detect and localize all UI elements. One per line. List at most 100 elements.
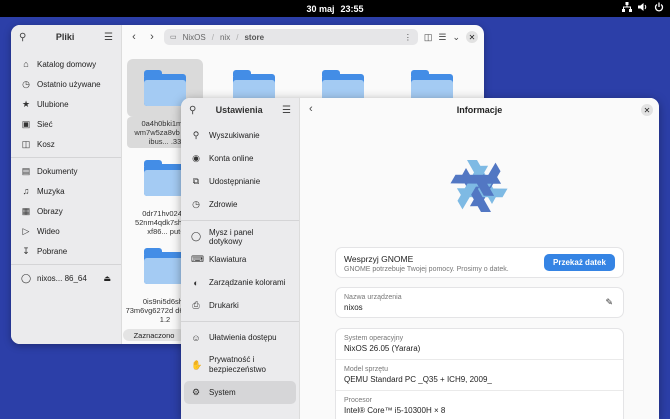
sidebar-item-label: Wideo: [37, 226, 60, 236]
breadcrumb-item[interactable]: NixOS: [183, 33, 206, 42]
sidebar-item-privacy[interactable]: ✋ Prywatność i bezpieczeństwo: [184, 349, 296, 381]
sidebar-item-recent[interactable]: ◷ Ostatnio używane: [11, 74, 121, 94]
os-label: System operacyjny: [344, 335, 404, 342]
close-icon[interactable]: ✕: [466, 31, 478, 43]
sidebar-item-label: Zdrowie: [209, 200, 238, 209]
breadcrumb-item[interactable]: nix: [220, 33, 230, 42]
star-icon: ★: [21, 98, 31, 109]
pictures-icon: ▦: [21, 205, 31, 216]
clock-icon: ◷: [22, 78, 30, 89]
hardware-row: System operacyjny NixOS 26.05 (Yarara): [336, 329, 623, 359]
sidebar-item-label: Drukarki: [209, 301, 239, 310]
menu-icon[interactable]: ☰: [282, 105, 291, 116]
device-name-label: Nazwa urządzenia: [344, 294, 402, 301]
sidebar-item-label: Klawiatura: [209, 255, 247, 264]
sidebar-item-label: Dokumenty: [37, 166, 78, 176]
chevron-down-icon[interactable]: ⌄: [452, 32, 460, 43]
sidebar-item-mouse[interactable]: ◯ Mysz i panel dotykowy: [184, 225, 296, 248]
sidebar-item-documents[interactable]: ▤ Dokumenty: [11, 161, 121, 181]
view-list-icon[interactable]: ☰: [438, 32, 446, 43]
settings-window: ⚲ Ustawienia ☰ ⚲ Wyszukiwanie ◉ Konta on…: [181, 98, 659, 419]
search-icon: ⚲: [192, 130, 200, 140]
sidebar-item-drive[interactable]: ◯ nixos... 86_64 ⏏: [11, 268, 121, 288]
folder-icon: [144, 160, 186, 196]
trash-icon: ◫: [21, 138, 31, 149]
model-value: QEMU Standard PC _Q35 + ICH9, 2009_: [344, 375, 492, 384]
sidebar-item-videos[interactable]: ▷ Wideo: [11, 221, 121, 241]
sidebar-item-network[interactable]: ▣ Sieć: [11, 114, 121, 134]
breadcrumb-separator: /: [211, 32, 214, 42]
mouse-icon: ◯: [191, 231, 202, 241]
device-name-card[interactable]: Nazwa urządzenia nixos ✎: [336, 288, 623, 317]
sidebar-item-label: Sieć: [37, 119, 53, 129]
system-tray[interactable]: [622, 2, 664, 15]
edit-icon[interactable]: ✎: [605, 297, 613, 308]
path-bar[interactable]: ▭ NixOS / nix / store ⋮: [164, 29, 418, 45]
nixos-logo: [450, 160, 508, 212]
donate-button[interactable]: Przekaż datek: [544, 254, 615, 271]
breadcrumb-current[interactable]: store: [244, 33, 264, 42]
sidebar-item-printers[interactable]: ⎙ Drukarki: [184, 294, 296, 317]
search-icon[interactable]: ⚲: [19, 32, 26, 43]
sidebar-divider: [11, 157, 121, 158]
document-icon: ▤: [21, 165, 31, 176]
sidebar-item-label: Ostatnio używane: [37, 79, 101, 89]
back-icon[interactable]: ‹: [309, 103, 313, 115]
printer-icon: ⎙: [192, 300, 200, 310]
drive-icon: ◯: [21, 272, 32, 283]
top-bar: 30 maj 23:55: [0, 0, 670, 17]
settings-title: Ustawienia: [215, 105, 263, 115]
sidebar-item-starred[interactable]: ★ Ulubione: [11, 94, 121, 114]
home-icon: ⌂: [23, 59, 29, 69]
breadcrumb-separator: /: [236, 32, 239, 42]
sidebar-item-music[interactable]: ♫ Muzyka: [11, 181, 121, 201]
sidebar-item-system[interactable]: ⚙ System: [184, 381, 296, 404]
sidebar-item-label: Wyszukiwanie: [209, 131, 260, 140]
download-icon: ↧: [22, 245, 30, 256]
sidebar-item-search[interactable]: ⚲ Wyszukiwanie: [184, 124, 296, 147]
hardware-card: System operacyjny NixOS 26.05 (Yarara) M…: [336, 329, 623, 419]
network-icon: ▣: [21, 118, 31, 129]
files-title: Pliki: [55, 32, 75, 42]
logo-lambdas: [450, 160, 508, 212]
clock[interactable]: 30 maj 23:55: [306, 4, 363, 14]
sidebar-item-label: Udostępnianie: [209, 177, 261, 186]
sidebar-item-label: System: [209, 388, 236, 397]
sidebar-item-pictures[interactable]: ▦ Obrazy: [11, 201, 121, 221]
search-icon[interactable]: ⚲: [189, 105, 196, 116]
hardware-row: Procesor Intel® Core™ i5-10300H × 8: [336, 391, 623, 419]
forward-icon[interactable]: ›: [146, 31, 158, 43]
volume-icon: [638, 2, 648, 15]
new-folder-icon[interactable]: ◫: [424, 32, 433, 43]
sidebar-item-keyboard[interactable]: ⌨ Klawiatura: [184, 248, 296, 271]
sidebar-item-sharing[interactable]: ⧉ Udostępnianie: [184, 170, 296, 193]
sidebar-item-downloads[interactable]: ↧ Pobrane: [11, 241, 121, 261]
network-icon: [622, 2, 632, 15]
sidebar-item-home[interactable]: ⌂ Katalog domowy: [11, 54, 121, 74]
sidebar-item-color[interactable]: ◐ Zarządzanie kolorami: [184, 271, 296, 294]
sidebar-item-label: Mysz i panel dotykowy: [209, 227, 254, 246]
eject-icon[interactable]: ⏏: [103, 274, 111, 283]
sidebar-item-accessibility[interactable]: ☺ Ułatwienia dostępu: [184, 326, 296, 349]
back-icon[interactable]: ‹: [128, 31, 140, 43]
device-name-value: nixos: [344, 303, 363, 312]
sidebar-item-online-accounts[interactable]: ◉ Konta online: [184, 147, 296, 170]
close-icon[interactable]: ✕: [641, 104, 653, 116]
system-icon: ⚙: [191, 387, 201, 397]
files-sidebar: ⚲ Pliki ☰ ⌂ Katalog domowy ◷ Ostatnio uż…: [11, 25, 122, 344]
drive-icon: ▭: [170, 34, 177, 41]
menu-icon[interactable]: ☰: [104, 32, 113, 43]
clock-date: 30 maj: [306, 3, 335, 14]
sidebar-item-trash[interactable]: ◫ Kosz: [11, 134, 121, 154]
model-label: Model sprzętu: [344, 366, 388, 373]
privacy-icon: ✋: [191, 360, 203, 370]
folder-icon: [144, 70, 186, 106]
settings-main: ‹ Informacje ✕ Wesprzyj GNOME GNOME potr…: [300, 98, 659, 419]
sidebar-item-label: Kosz: [37, 139, 55, 149]
sidebar-item-label: Prywatność i bezpieczeństwo: [209, 355, 266, 374]
sidebar-item-wellbeing[interactable]: ◷ Zdrowie: [184, 193, 296, 216]
online-accounts-icon: ◉: [192, 153, 200, 163]
folder-icon: [144, 248, 186, 284]
music-icon: ♫: [22, 186, 30, 196]
more-options-icon[interactable]: ⋮: [404, 33, 412, 42]
